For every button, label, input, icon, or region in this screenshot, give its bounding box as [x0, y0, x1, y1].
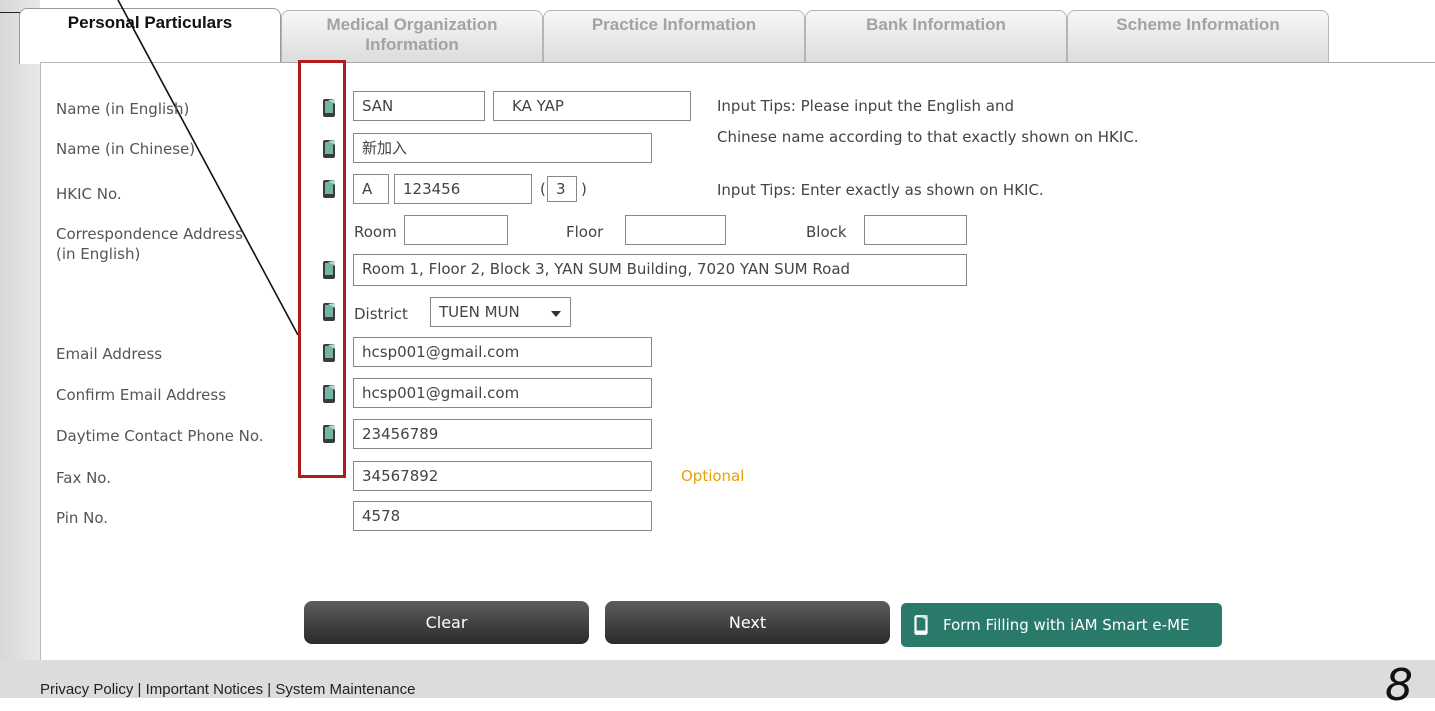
room-input[interactable]	[404, 215, 508, 245]
label-fax: Fax No.	[56, 469, 111, 487]
clear-button[interactable]: Clear	[304, 601, 589, 644]
given-name-input[interactable]: KA YAP	[493, 91, 691, 121]
chinese-name-input[interactable]: 新加入	[353, 133, 652, 163]
hkic-check-open-paren: (	[540, 180, 546, 198]
label-pin: Pin No.	[56, 509, 109, 527]
address-input[interactable]: Room 1, Floor 2, Block 3, YAN SUM Buildi…	[353, 254, 967, 286]
district-selected-value: TUEN MUN	[439, 303, 520, 321]
hkic-check-digit-input[interactable]: 3	[547, 176, 577, 202]
label-name-english: Name (in English)	[56, 100, 190, 118]
block-input[interactable]	[864, 215, 967, 245]
label-email: Email Address	[56, 345, 163, 363]
iam-smart-phone-icon	[914, 615, 928, 635]
label-hkic: HKIC No.	[56, 185, 122, 203]
surname-input[interactable]: SAN	[353, 91, 485, 121]
iam-button-label: Form Filling with iAM Smart e-ME	[943, 616, 1190, 634]
block-label: Block	[806, 223, 847, 241]
pin-field[interactable]: 4578	[353, 501, 652, 531]
label-name-chinese: Name (in Chinese)	[56, 140, 196, 158]
label-phone: Daytime Contact Phone No.	[56, 427, 264, 445]
chevron-down-icon	[551, 311, 561, 317]
confirm-email-field[interactable]: hcsp001@gmail.com	[353, 378, 652, 408]
hkic-prefix-input[interactable]: A	[353, 174, 389, 204]
name-input-tip-line2: Chinese name according to that exactly s…	[717, 128, 1139, 146]
fax-optional-note: Optional	[681, 467, 745, 485]
hkic-check-close-paren: )	[581, 180, 587, 198]
next-button[interactable]: Next	[605, 601, 890, 644]
name-input-tip-line1: Input Tips: Please input the English and	[717, 97, 1014, 115]
iam-icon-highlight-box	[298, 60, 346, 478]
page-number: 8	[1385, 660, 1413, 711]
iam-smart-form-filling-button[interactable]: Form Filling with iAM Smart e-ME	[901, 603, 1222, 647]
email-field[interactable]: hcsp001@gmail.com	[353, 337, 652, 367]
hkic-input-tip: Input Tips: Enter exactly as shown on HK…	[717, 181, 1044, 199]
label-confirm-email: Confirm Email Address	[56, 386, 227, 404]
district-label: District	[354, 305, 408, 323]
room-label: Room	[354, 223, 397, 241]
label-address: Correspondence Address	[56, 225, 243, 243]
floor-label: Floor	[566, 223, 604, 241]
floor-input[interactable]	[625, 215, 726, 245]
phone-field[interactable]: 23456789	[353, 419, 652, 449]
fax-field[interactable]: 34567892	[353, 461, 652, 491]
label-address-sub: (in English)	[56, 245, 141, 263]
district-select[interactable]: TUEN MUN	[430, 297, 571, 327]
footer-links[interactable]: Privacy Policy | Important Notices | Sys…	[40, 681, 415, 698]
hkic-number-input[interactable]: 123456	[394, 174, 532, 204]
